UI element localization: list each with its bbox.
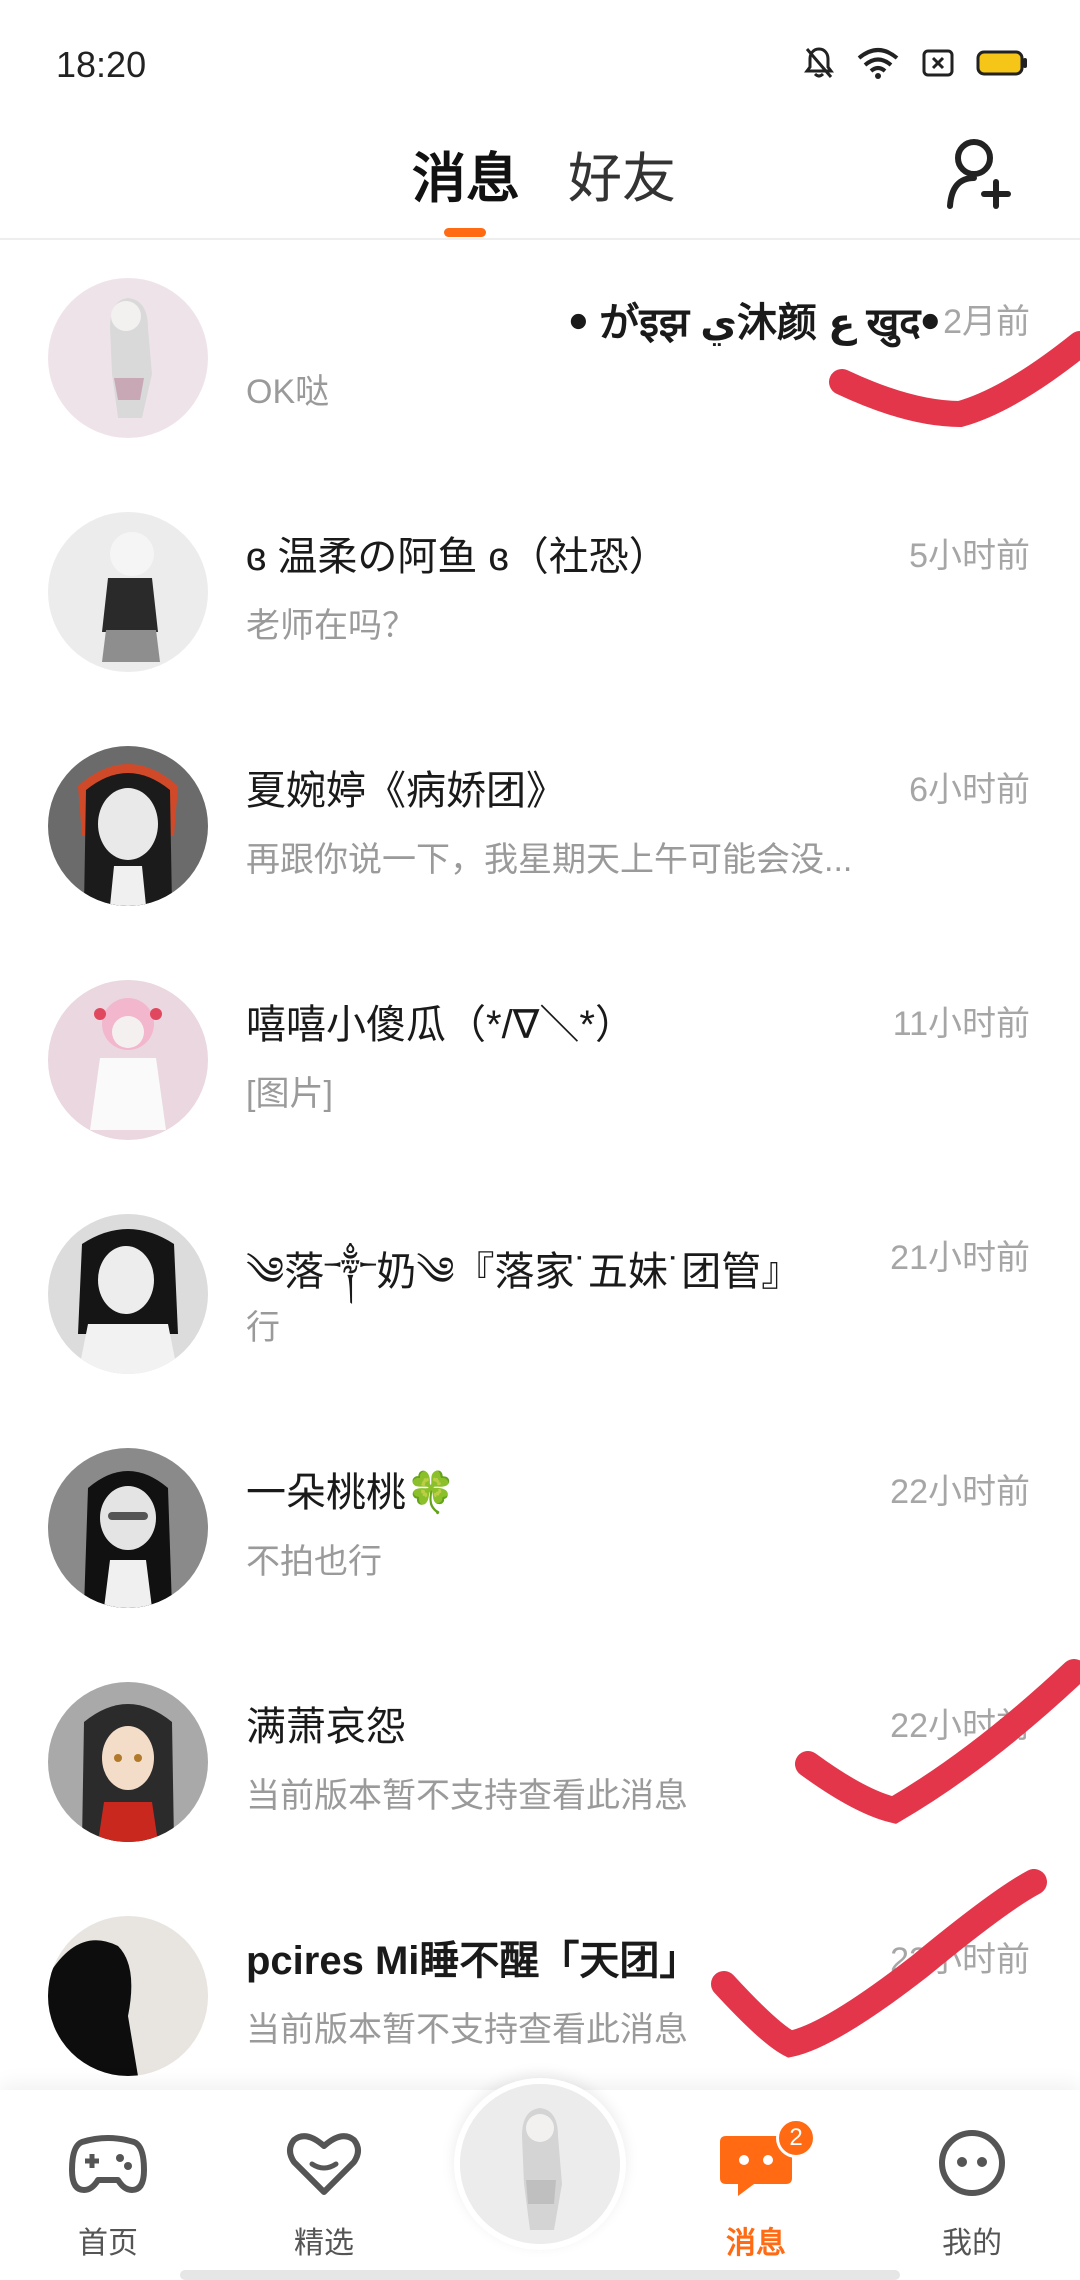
active-tab-indicator bbox=[444, 228, 486, 237]
avatar-image bbox=[48, 980, 208, 1140]
message-preview: OK哒 bbox=[246, 373, 330, 411]
message-preview: 老师在吗？ bbox=[246, 607, 416, 645]
nav-featured[interactable]: 精选 bbox=[244, 2090, 404, 2280]
avatar[interactable] bbox=[48, 1448, 208, 1608]
avatar[interactable] bbox=[48, 1682, 208, 1842]
conversation-name: ꔷ がइझ ي沐颜 ع खुदꔷ bbox=[568, 301, 940, 345]
status-icons bbox=[804, 46, 1028, 80]
nav-mine[interactable]: 我的 bbox=[892, 2090, 1052, 2280]
conversation-name: 嘻嘻小傻瓜（*/∇＼*） bbox=[246, 1003, 636, 1047]
avatar[interactable] bbox=[48, 1214, 208, 1374]
wifi-icon bbox=[857, 48, 899, 79]
unread-badge: 2 bbox=[776, 2118, 816, 2158]
message-preview: [图片] bbox=[246, 1075, 333, 1113]
avatar[interactable] bbox=[48, 980, 208, 1140]
avatar[interactable] bbox=[48, 512, 208, 672]
timestamp: 22小时前 bbox=[890, 1473, 1030, 1511]
center-avatar-button[interactable] bbox=[454, 2078, 626, 2250]
conversation-name: 满萧哀怨 bbox=[246, 1705, 406, 1749]
timestamp: 21小时前 bbox=[890, 1239, 1030, 1277]
home-indicator bbox=[180, 2270, 900, 2280]
message-preview: 行 bbox=[246, 1309, 280, 1347]
conversation-item[interactable]: ༄落༒奶༄『落家˙五妹˙团管』 21小时前 行 bbox=[0, 1178, 1080, 1412]
status-time: 18:20 bbox=[56, 44, 147, 85]
face-icon bbox=[939, 2130, 1005, 2196]
timestamp: 22小时前 bbox=[890, 1707, 1030, 1745]
conversation-name: 一朵桃桃🍀 bbox=[246, 1471, 456, 1515]
message-preview: 当前版本暂不支持查看此消息 bbox=[246, 1777, 688, 1815]
person-add-icon[interactable] bbox=[944, 134, 1016, 214]
nav-featured-label: 精选 bbox=[294, 2227, 354, 2260]
heart-icon bbox=[287, 2133, 361, 2195]
avatar-image bbox=[48, 1448, 208, 1608]
avatar-image bbox=[48, 278, 208, 438]
status-bar: 18:20 bbox=[0, 0, 1080, 120]
timestamp: 11小时前 bbox=[892, 1005, 1030, 1043]
gamepad-icon bbox=[69, 2135, 147, 2193]
nav-messages[interactable]: 2 消息 bbox=[676, 2090, 836, 2280]
message-preview: 当前版本暂不支持查看此消息 bbox=[246, 2011, 688, 2049]
nav-home-label: 首页 bbox=[78, 2227, 138, 2260]
avatar[interactable] bbox=[48, 1916, 208, 2076]
avatar-image bbox=[48, 1916, 208, 2076]
avatar[interactable] bbox=[48, 278, 208, 438]
center-avatar-image bbox=[460, 2084, 620, 2244]
conversation-name: 夏婉婷《病娇团》 bbox=[246, 769, 566, 813]
conversation-item[interactable]: 满萧哀怨 22小时前 当前版本暂不支持查看此消息 bbox=[0, 1646, 1080, 1880]
tab-messages[interactable]: 消息 bbox=[412, 134, 520, 213]
avatar[interactable] bbox=[48, 746, 208, 906]
avatar-image bbox=[48, 746, 208, 906]
conversation-item[interactable]: ɞ 温柔の阿鱼 ɞ（社恐） 5小时前 老师在吗？ bbox=[0, 476, 1080, 710]
header: 消息 好友 bbox=[0, 120, 1080, 240]
avatar-image bbox=[48, 1682, 208, 1842]
message-preview: 不拍也行 bbox=[246, 1543, 382, 1581]
timestamp: 5小时前 bbox=[909, 537, 1030, 575]
battery-icon bbox=[976, 50, 1027, 76]
sim-icon bbox=[922, 49, 954, 77]
avatar-image bbox=[48, 512, 208, 672]
timestamp: 23小时前 bbox=[890, 1941, 1030, 1979]
conversation-item[interactable]: 嘻嘻小傻瓜（*/∇＼*） 11小时前 [图片] bbox=[0, 944, 1080, 1178]
conversation-item[interactable]: 夏婉婷《病娇团》 6小时前 再跟你说一下，我星期天上午可能会没... bbox=[0, 710, 1080, 944]
nav-home[interactable]: 首页 bbox=[28, 2090, 188, 2280]
nav-messages-label: 消息 bbox=[726, 2227, 786, 2260]
conversation-name: ɞ 温柔の阿鱼 ɞ（社恐） bbox=[246, 535, 669, 579]
timestamp: 6小时前 bbox=[909, 771, 1030, 809]
message-preview: 再跟你说一下，我星期天上午可能会没... bbox=[246, 841, 853, 879]
conversation-name: pcires Mi睡不醒「天团」 bbox=[246, 1939, 700, 1983]
timestamp: 2月前 bbox=[943, 303, 1030, 341]
mute-bell-icon bbox=[804, 47, 834, 78]
nav-mine-label: 我的 bbox=[942, 2227, 1002, 2260]
tab-friends[interactable]: 好友 bbox=[568, 134, 676, 213]
conversation-item[interactable]: ꔷ がइझ ي沐颜 ع खुदꔷ OK哒 bbox=[0, 242, 1080, 476]
conversation-item[interactable]: 一朵桃桃🍀 22小时前 不拍也行 bbox=[0, 1412, 1080, 1646]
avatar-image bbox=[48, 1214, 208, 1374]
